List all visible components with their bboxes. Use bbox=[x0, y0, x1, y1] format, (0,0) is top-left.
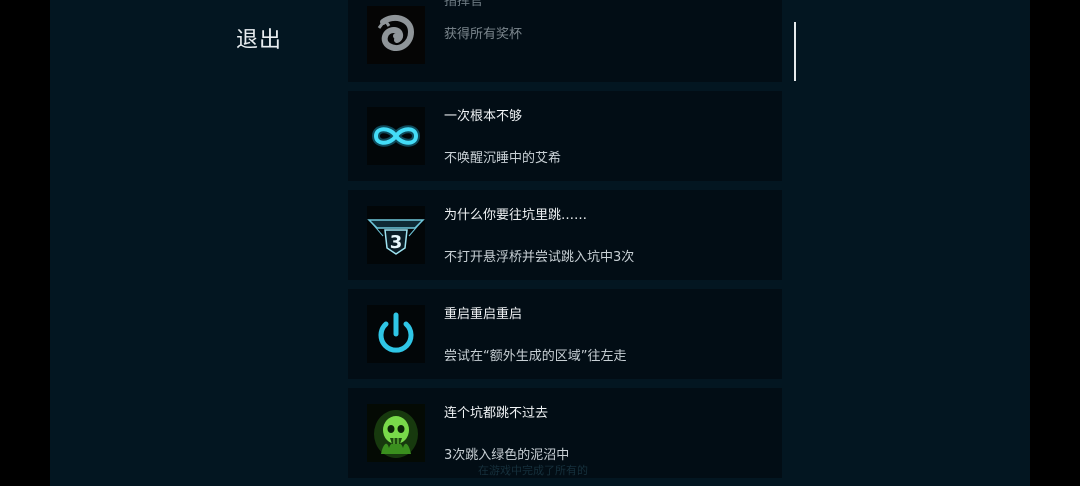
obscured-footer-text: 在游戏中完成了所有的 bbox=[478, 464, 588, 477]
achievement-description: 3次跳入绿色的泥沼中 bbox=[444, 448, 570, 463]
achievement-title: 一次根本不够 bbox=[444, 109, 523, 124]
infinity-icon bbox=[367, 107, 425, 165]
achievement-title: 指挥官 bbox=[444, 0, 484, 9]
achievement-card[interactable]: 重启重启重启 尝试在“额外生成的区域”往左走 bbox=[348, 289, 782, 379]
achievement-list[interactable]: 指挥官 获得所有奖杯 一次根本不够 不唤醒沉睡中的艾希 3 为什么你要往坑里跳…… bbox=[348, 0, 782, 486]
achievement-card[interactable]: 3 为什么你要往坑里跳…… 不打开悬浮桥并尝试跳入坑中3次 bbox=[348, 190, 782, 280]
achievement-title: 为什么你要往坑里跳…… bbox=[444, 208, 588, 223]
achievement-description: 尝试在“额外生成的区域”往左走 bbox=[444, 349, 627, 364]
achievement-card[interactable]: 一次根本不够 不唤醒沉睡中的艾希 bbox=[348, 91, 782, 181]
achievement-description: 不唤醒沉睡中的艾希 bbox=[444, 151, 562, 166]
pit-three-icon: 3 bbox=[367, 206, 425, 264]
achievement-title: 重启重启重启 bbox=[444, 307, 523, 322]
achievement-card-commander[interactable]: 指挥官 获得所有奖杯 bbox=[348, 0, 782, 82]
achievement-description: 不打开悬浮桥并尝试跳入坑中3次 bbox=[444, 250, 635, 265]
svg-text:3: 3 bbox=[390, 232, 403, 253]
exit-button[interactable]: 退出 bbox=[236, 22, 282, 54]
achievement-description: 获得所有奖杯 bbox=[444, 27, 523, 42]
swirl-emblem-icon bbox=[367, 6, 425, 64]
achievement-title: 连个坑都跳不过去 bbox=[444, 406, 549, 421]
green-skull-icon bbox=[367, 404, 425, 462]
achievements-screen: 退出 指挥官 获得所有奖杯 一次根本不够 不唤醒沉睡中的艾希 3 为什么你要往坑… bbox=[50, 0, 1030, 486]
power-icon bbox=[367, 305, 425, 363]
scrollbar[interactable] bbox=[794, 22, 796, 81]
